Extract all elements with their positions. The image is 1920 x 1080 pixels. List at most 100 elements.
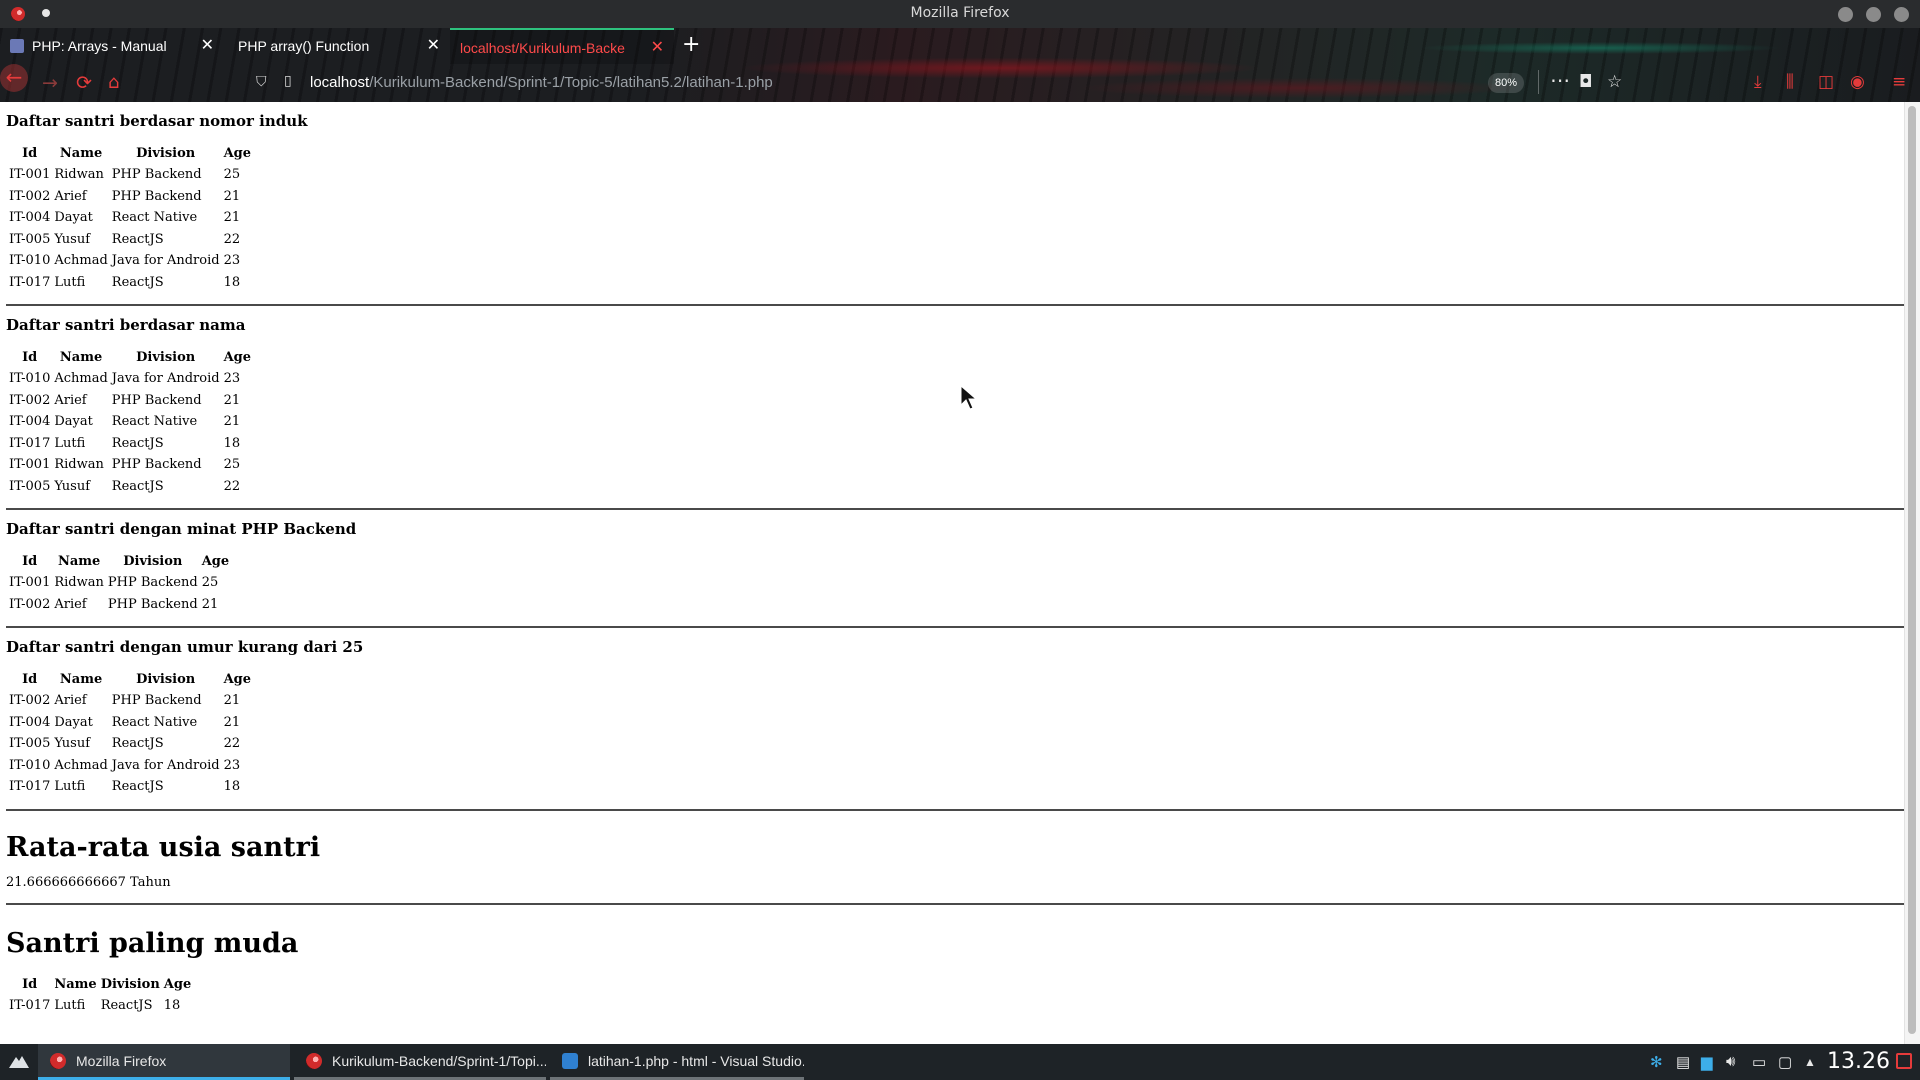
- header-age: Age: [163, 976, 192, 992]
- cell-division: PHP Backend: [111, 188, 202, 204]
- pocket-icon[interactable]: ◘: [1579, 72, 1592, 92]
- header-division: Division: [136, 146, 196, 161]
- zoom-level-badge[interactable]: 80%: [1488, 73, 1524, 93]
- cell-division: React Native: [111, 714, 198, 730]
- section-divider: [6, 304, 1904, 306]
- url-bar[interactable]: ⛉ ▯ localhost/Kurikulum-Backend/Sprint-1…: [256, 70, 1536, 96]
- cell-id: IT-005: [9, 478, 51, 494]
- cell-id: IT-001: [9, 457, 51, 473]
- battery-tray-icon[interactable]: ▭: [1752, 1053, 1766, 1071]
- table-row: IT-010 Achmad Java for Android 23: [8, 756, 252, 776]
- cell-division: ReactJS: [111, 231, 164, 247]
- back-button[interactable]: ←: [0, 64, 28, 92]
- window-titlebar: Mozilla Firefox: [0, 0, 1920, 28]
- tab-php-arrays-manual[interactable]: PHP: Arrays - Manual ✕: [0, 28, 224, 64]
- cell-id: IT-001: [9, 167, 51, 183]
- tab-close-icon[interactable]: ✕: [651, 30, 664, 64]
- header-id: Id: [22, 146, 38, 161]
- cell-id: IT-005: [9, 736, 51, 752]
- account-icon[interactable]: ◉: [1850, 72, 1865, 92]
- cell-division: React Native: [111, 414, 198, 430]
- bookmark-star-icon[interactable]: ☆: [1607, 72, 1622, 92]
- page-info-icon[interactable]: ▯: [284, 73, 292, 89]
- shield-icon[interactable]: ⛉: [256, 74, 267, 90]
- header-name: Name: [54, 976, 97, 992]
- home-button[interactable]: ⌂: [108, 72, 119, 94]
- notifications-tray-icon[interactable]: ▆: [1701, 1053, 1713, 1071]
- taskbar-item-firefox-window-2[interactable]: Kurikulum-Backend/Sprint-1/Topi...: [294, 1044, 546, 1080]
- cell-name: Yusuf: [54, 478, 91, 494]
- tab-php-array-function[interactable]: PHP array() Function ✕: [224, 28, 450, 64]
- section-title-by-id: Daftar santri berdasar nomor induk: [6, 112, 308, 130]
- cell-id: IT-002: [9, 693, 51, 709]
- cell-age: 22: [223, 736, 241, 752]
- reload-button[interactable]: ⟳: [76, 72, 92, 94]
- table-under-25: Id Name Division Age IT-002 Arief PHP Back…: [6, 668, 254, 799]
- cell-name: Dayat: [54, 414, 93, 430]
- new-tab-button[interactable]: +: [682, 32, 700, 57]
- taskbar-clock[interactable]: 13.26: [1827, 1049, 1890, 1074]
- downloads-icon[interactable]: ⤓: [1754, 72, 1762, 92]
- header-age: Age: [223, 146, 252, 161]
- system-taskbar: Mozilla Firefox Kurikulum-Backend/Sprint…: [0, 1044, 1920, 1080]
- cell-division: ReactJS: [111, 779, 164, 795]
- clipboard-tray-icon[interactable]: ▤: [1676, 1053, 1690, 1071]
- page-content: Daftar santri berdasar nomor induk Id Na…: [0, 102, 1920, 1044]
- tab-close-icon[interactable]: ✕: [427, 28, 440, 64]
- tab-close-icon[interactable]: ✕: [201, 28, 214, 64]
- section-divider: [6, 808, 1904, 811]
- cell-division: ReactJS: [111, 435, 164, 451]
- cell-id: IT-010: [9, 757, 51, 773]
- cell-division: React Native: [111, 210, 198, 226]
- minimize-button[interactable]: [1838, 7, 1853, 22]
- firefox-icon: [306, 1053, 322, 1069]
- tab-localhost-latihan[interactable]: localhost/Kurikulum-Backe ✕: [450, 28, 674, 64]
- volume-tray-icon[interactable]: 🔊︎: [1726, 1053, 1735, 1070]
- page-scrollbar-thumb[interactable]: [1908, 106, 1916, 1034]
- php-favicon-icon: [10, 39, 24, 53]
- taskbar-item-label: latihan-1.php - html - Visual Studio...: [588, 1053, 804, 1069]
- app-launcher-icon[interactable]: [8, 1051, 30, 1071]
- menu-icon[interactable]: ≡: [1892, 72, 1906, 92]
- close-window-button[interactable]: [1894, 7, 1909, 22]
- maximize-button[interactable]: [1866, 7, 1881, 22]
- cell-division: Java for Android: [111, 371, 220, 387]
- table-row: IT-010 Achmad Java for Android 23: [8, 251, 252, 271]
- header-id: Id: [22, 672, 38, 687]
- sidebar-icon[interactable]: ◫: [1818, 72, 1834, 92]
- cell-id: IT-002: [9, 392, 51, 408]
- url-text[interactable]: localhost/Kurikulum-Backend/Sprint-1/Top…: [310, 74, 773, 91]
- cell-id: IT-017: [9, 997, 51, 1013]
- show-desktop-icon[interactable]: [1896, 1053, 1912, 1069]
- youngest-title: Santri paling muda: [6, 927, 299, 959]
- cell-id: IT-017: [9, 435, 51, 451]
- cell-id: IT-002: [9, 188, 51, 204]
- cell-id: IT-002: [9, 596, 51, 612]
- taskbar-item-firefox[interactable]: Mozilla Firefox: [38, 1044, 290, 1080]
- header-division: Division: [136, 672, 196, 687]
- cell-name: Yusuf: [54, 231, 91, 247]
- page-actions-icon[interactable]: ⋯: [1550, 68, 1570, 92]
- cell-age: 22: [223, 231, 241, 247]
- table-row: IT-004 Dayat React Native 21: [8, 208, 252, 228]
- cell-age: 18: [223, 274, 241, 290]
- header-age: Age: [223, 672, 252, 687]
- cell-division: ReactJS: [111, 274, 164, 290]
- table-row: IT-010 Achmad Java for Android 23: [8, 369, 252, 389]
- cell-name: Ridwan: [54, 167, 104, 183]
- taskbar-item-vscode[interactable]: latihan-1.php - html - Visual Studio...: [550, 1044, 804, 1080]
- table-row: IT-004 Dayat React Native 21: [8, 412, 252, 432]
- section-divider: [6, 902, 1904, 905]
- library-icon[interactable]: ⫼: [1786, 72, 1794, 92]
- table-row: IT-005 Yusuf ReactJS 22: [8, 734, 252, 754]
- settings-tray-icon[interactable]: ✻: [1650, 1053, 1663, 1071]
- forward-button[interactable]: →: [42, 72, 58, 94]
- table-row: IT-017 Lutfi ReactJS 18: [8, 434, 252, 454]
- tray-expand-icon[interactable]: ▲: [1804, 1055, 1816, 1069]
- table-row: IT-002 Arief PHP Backend 21: [8, 595, 230, 615]
- navigation-bar: ← → ⟳ ⌂ ⛉ ▯ localhost/Kurikulum-Backend/…: [0, 64, 1920, 102]
- table-header-row: Id Name Division Age: [8, 670, 252, 689]
- display-tray-icon[interactable]: ▢: [1778, 1053, 1792, 1071]
- cell-age: 18: [223, 779, 241, 795]
- header-name: Name: [57, 554, 101, 569]
